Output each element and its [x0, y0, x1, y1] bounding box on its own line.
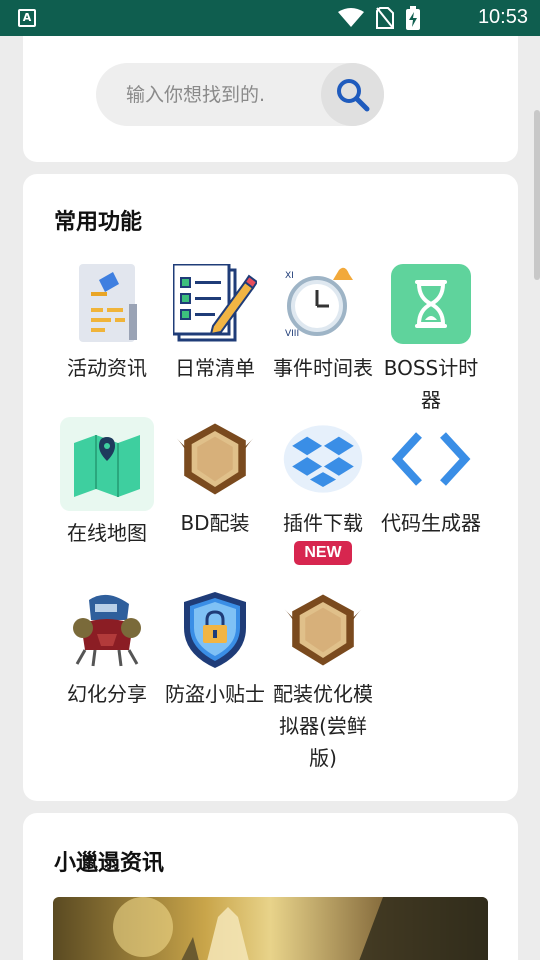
func-item-online-map[interactable]: 在线地图	[53, 417, 161, 549]
func-label: 插件下载	[283, 511, 363, 535]
hex-emblem-icon	[173, 417, 257, 501]
func-item-bd-build[interactable]: BD配装	[161, 417, 269, 539]
func-item-anti-theft-tips[interactable]: 防盗小贴士	[161, 588, 269, 710]
section-title-functions: 常用功能	[54, 210, 143, 235]
scrollbar[interactable]	[534, 110, 540, 280]
status-icons	[338, 6, 420, 30]
wifi-icon	[338, 8, 364, 27]
svg-text:XI: XI	[285, 271, 294, 281]
func-item-daily-checklist[interactable]: 日常清单	[161, 262, 269, 384]
news-card: 小邋遢资讯	[23, 813, 518, 960]
search-card	[23, 36, 518, 162]
func-item-activity-news[interactable]: 活动资讯	[53, 262, 161, 384]
func-label: 日常清单	[175, 356, 255, 380]
func-label: 活动资讯	[67, 356, 147, 380]
transmog-character-icon	[65, 588, 149, 672]
map-icon	[60, 417, 154, 511]
func-label: BOSS计时器	[383, 356, 479, 412]
news-image[interactable]	[53, 897, 488, 960]
activity-news-icon	[65, 262, 149, 346]
func-item-code-generator[interactable]: 代码生成器	[377, 417, 485, 539]
app-indicator-icon: A	[18, 9, 36, 27]
search-input[interactable]	[96, 63, 316, 126]
alarm-clock-icon: XI VIII	[281, 262, 365, 346]
section-title-news: 小邋遢资讯	[54, 851, 165, 876]
func-item-event-timetable[interactable]: XI VIII 事件时间表	[269, 262, 377, 384]
search-icon	[336, 78, 369, 111]
search-button[interactable]	[321, 63, 384, 126]
func-label: 事件时间表	[273, 356, 373, 380]
common-functions-card: 常用功能 活动资讯 日常清单 XI VIII 事件时间表 BOSS计时器 在线地…	[23, 174, 518, 801]
battery-charging-icon	[406, 6, 420, 30]
new-badge: NEW	[294, 541, 352, 565]
hex-emblem-icon	[281, 588, 365, 672]
dropbox-icon	[281, 417, 365, 501]
status-bar: A 10:53	[0, 0, 540, 36]
func-item-plugin-download[interactable]: 插件下载 NEW	[269, 417, 377, 565]
func-label: 防盗小贴士	[165, 682, 265, 706]
checklist-icon	[173, 262, 257, 346]
func-label: 幻化分享	[67, 682, 147, 706]
status-time: 10:53	[477, 6, 528, 28]
code-brackets-icon	[389, 417, 473, 501]
func-label: 代码生成器	[381, 511, 481, 535]
func-label: 配装优化模拟器(尝鲜版)	[273, 682, 373, 770]
security-shield-icon	[173, 588, 257, 672]
func-item-transmog-share[interactable]: 幻化分享	[53, 588, 161, 710]
func-item-boss-timer[interactable]: BOSS计时器	[377, 262, 485, 416]
no-sim-icon	[376, 7, 394, 29]
hourglass-icon	[389, 262, 473, 346]
search-bar	[96, 63, 384, 126]
func-label: 在线地图	[67, 521, 147, 545]
svg-text:VIII: VIII	[285, 329, 299, 339]
func-item-build-optimizer[interactable]: 配装优化模拟器(尝鲜版)	[269, 588, 377, 774]
func-label: BD配装	[180, 511, 250, 535]
